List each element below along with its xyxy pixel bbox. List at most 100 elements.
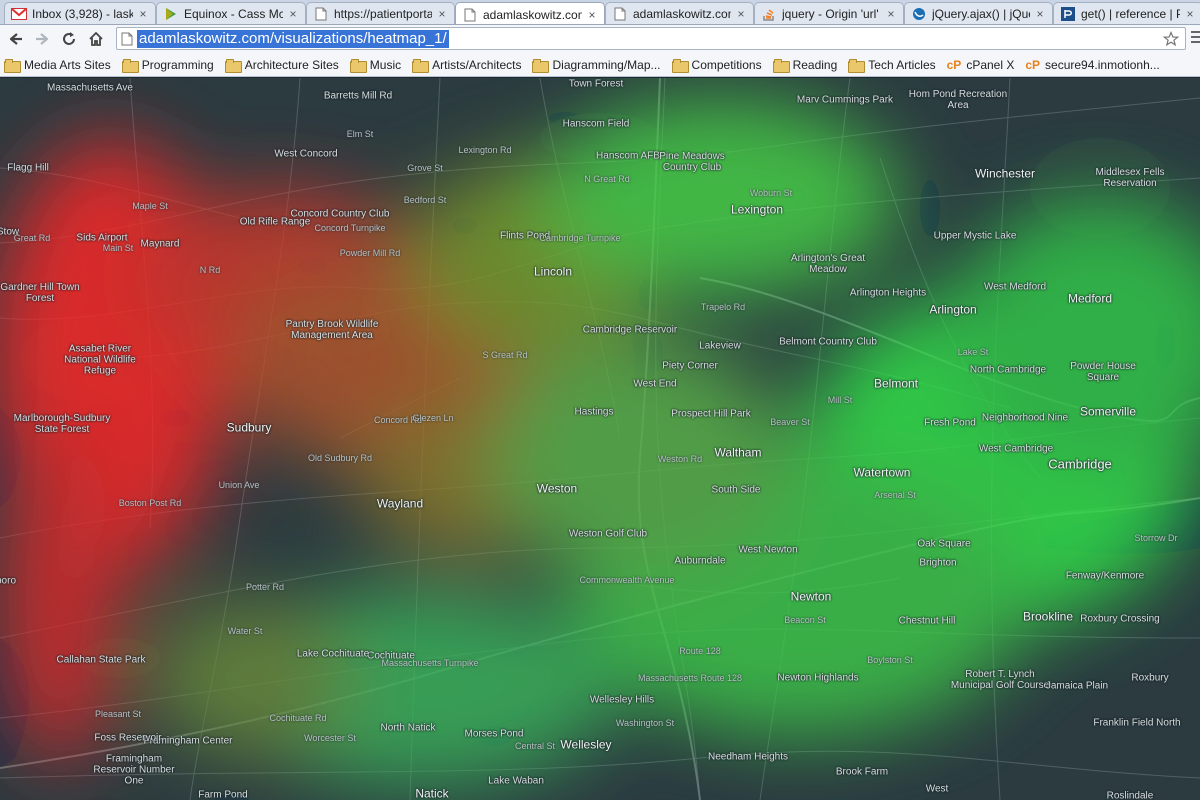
map-label-morses-pond: Morses Pond xyxy=(464,728,524,740)
address-bar[interactable]: adamlaskowitz.com/visualizations/heatmap… xyxy=(116,27,1186,50)
road-label: Potter Rd xyxy=(245,582,285,592)
bookmark-item[interactable]: Tech Articles xyxy=(848,57,936,73)
tab-title: jQuery.ajax() | jQuer xyxy=(932,7,1030,21)
tab-2[interactable]: Equinox - Cass McC × xyxy=(156,2,306,24)
road-label: Lake St xyxy=(957,347,989,357)
map-label-sudbury: Sudbury xyxy=(226,420,272,435)
tab-title: Inbox (3,928) - lasko xyxy=(32,7,133,21)
bookmark-item[interactable]: Competitions xyxy=(671,57,762,73)
home-icon xyxy=(89,31,103,46)
tab-close-icon[interactable]: × xyxy=(885,7,897,21)
road-label: Grove St xyxy=(407,163,443,173)
bookmark-item[interactable]: Media Arts Sites xyxy=(4,57,111,73)
road-label: Massachusetts Route 128 xyxy=(637,673,743,683)
map-label-gardner-hill-town-forest: Gardner Hill Town Forest xyxy=(0,282,80,304)
road-label: Route 128 xyxy=(679,646,721,656)
jquery-icon xyxy=(911,6,927,22)
home-button[interactable] xyxy=(83,26,109,52)
map-label-weston-golf-club: Weston Golf Club xyxy=(568,528,648,540)
folder-icon xyxy=(121,58,139,73)
tab-6[interactable]: jquery - Origin 'url' × xyxy=(754,2,904,24)
road-label: Cambridge Turnpike xyxy=(539,233,621,243)
road-label: Glezen Ln xyxy=(412,413,454,423)
bookmark-label: Diagramming/Map... xyxy=(552,57,661,72)
map-label-newton: Newton xyxy=(790,589,832,604)
bookmark-star-icon[interactable] xyxy=(1161,29,1181,49)
map-label-robert-t-lynch-municipal-golf-course: Robert T. Lynch Municipal Golf Course xyxy=(950,669,1050,691)
map-label-wellesley-hills: Wellesley Hills xyxy=(589,694,655,706)
map-label-powder-house-square: Powder House Square xyxy=(1070,361,1136,383)
folder-icon xyxy=(848,58,866,73)
map-label-roslindale: Roslindale xyxy=(1106,790,1154,800)
reload-icon xyxy=(63,32,75,45)
bookmark-label: Programming xyxy=(141,57,214,72)
road-label: Weston Rd xyxy=(657,454,703,464)
map-label-north-cambridge: North Cambridge xyxy=(969,364,1047,376)
tab-close-icon[interactable]: × xyxy=(586,8,598,22)
map-label-brighton: Brighton xyxy=(919,557,957,569)
bookmark-item[interactable]: Architecture Sites xyxy=(224,57,339,73)
tab-5[interactable]: adamlaskowitz.com × xyxy=(605,2,754,24)
back-button[interactable] xyxy=(3,26,29,52)
map-label-brook-farm: Brook Farm xyxy=(835,766,889,778)
tab-3[interactable]: https://patientporta × xyxy=(306,2,455,24)
road-label: Trapelo Rd xyxy=(700,302,746,312)
bookmark-item[interactable]: Music xyxy=(349,58,401,73)
bookmark-item[interactable]: cP secure94.inmotionh... xyxy=(1025,58,1159,72)
map-label-south-side: South Side xyxy=(711,484,761,496)
bookmark-label: Competitions xyxy=(691,57,762,72)
tab-close-icon[interactable]: × xyxy=(287,7,299,21)
tab-close-icon[interactable]: × xyxy=(1034,7,1046,21)
road-label: Boylston St xyxy=(867,655,913,665)
bookmark-item[interactable]: Programming xyxy=(121,57,214,73)
map-label-somerville: Somerville xyxy=(1079,404,1137,419)
tab-strip: Inbox (3,928) - lasko × Equinox - Cass McC… xyxy=(0,0,1200,25)
tab-close-icon[interactable]: × xyxy=(1184,7,1196,21)
bookmark-item[interactable]: Artists/Architects xyxy=(412,58,521,73)
map-label-pantry-brook-wildlife-management-area: Pantry Brook Wildlife Management Area xyxy=(285,319,379,341)
play-icon xyxy=(163,6,179,22)
map-label-oak-square: Oak Square xyxy=(917,538,971,550)
page-icon xyxy=(612,6,628,22)
map-label-roxbury-crossing: Roxbury Crossing xyxy=(1080,613,1160,625)
road-label: N Great Rd xyxy=(584,174,630,184)
road-label: Main St xyxy=(102,243,134,253)
tab-close-icon[interactable]: × xyxy=(735,7,747,21)
url-text[interactable]: adamlaskowitz.com/visualizations/heatmap… xyxy=(137,29,449,48)
tab-1[interactable]: Inbox (3,928) - lasko × xyxy=(4,2,156,24)
heatmap-viewport[interactable]: Massachusetts Ave Barretts Mill Rd Town Fo… xyxy=(0,78,1200,800)
reload-button[interactable] xyxy=(56,26,82,52)
tab-close-icon[interactable]: × xyxy=(137,7,149,21)
road-label: N Rd xyxy=(199,265,221,275)
bookmark-item[interactable]: Diagramming/Map... xyxy=(532,57,661,73)
tab-8[interactable]: get() | reference | Pr × xyxy=(1053,2,1200,24)
tab-title: Equinox - Cass McC xyxy=(184,7,283,21)
road-label: Concord Turnpike xyxy=(314,223,386,233)
bookmark-label: Architecture Sites xyxy=(244,57,339,72)
tab-7[interactable]: jQuery.ajax() | jQuer × xyxy=(904,2,1053,24)
bookmark-label: Tech Articles xyxy=(868,57,936,72)
tab-title: adamlaskowitz.com xyxy=(483,7,582,22)
map-label-hastings: Hastings xyxy=(574,406,614,418)
map-label-lake-waban: Lake Waban xyxy=(488,775,544,787)
road-label: Maple St xyxy=(132,201,168,211)
bookmark-item[interactable]: cP cPanel X xyxy=(947,58,1015,72)
tab-4[interactable]: adamlaskowitz.com × xyxy=(455,2,605,24)
map-label-hom-pond-recreation-area: Hom Pond Recreation Area xyxy=(908,89,1008,111)
bookmarks-bar: Media Arts Sites Programming Architecture … xyxy=(0,53,1200,77)
tab-close-icon[interactable]: × xyxy=(436,7,448,21)
map-label-wellesley: Wellesley xyxy=(560,737,612,752)
map-label-west-cambridge: West Cambridge xyxy=(978,443,1054,455)
bookmark-item[interactable]: Reading xyxy=(772,58,837,73)
folder-icon xyxy=(4,58,21,73)
stackoverflow-icon xyxy=(761,6,777,22)
bookmark-label: Media Arts Sites xyxy=(24,57,111,72)
map-label-arlington: Arlington xyxy=(929,302,977,317)
road-label: Central St xyxy=(514,741,556,751)
forward-button[interactable] xyxy=(29,26,55,52)
map-label-watertown: Watertown xyxy=(853,465,911,480)
processing-icon xyxy=(1060,6,1076,22)
road-label: Mill St xyxy=(827,395,853,405)
map-label-foss-reservoir: Foss Reservoir xyxy=(94,732,162,744)
menu-wrench-icon[interactable] xyxy=(1188,27,1200,49)
